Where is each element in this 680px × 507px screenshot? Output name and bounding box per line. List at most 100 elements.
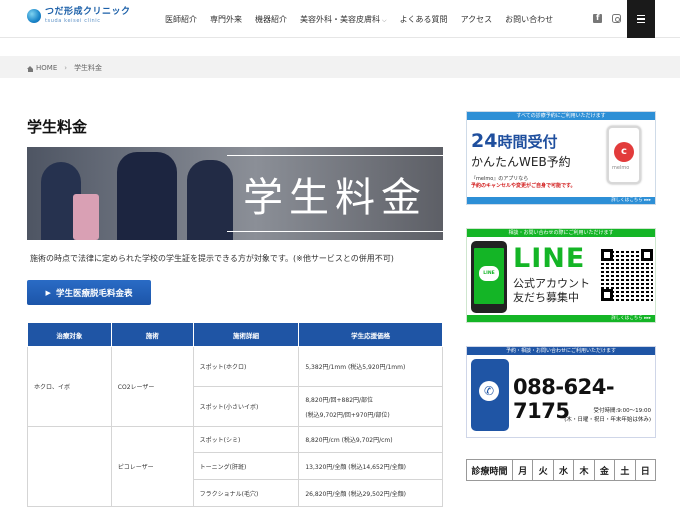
menu-bar <box>637 21 645 24</box>
day-header: 火 <box>532 459 554 481</box>
cell-method: ピコレーザー <box>110 426 194 507</box>
table-row: ホクロ、イボ CO2レーザー スポット(ホクロ) 5,382円/1mm (税込5… <box>27 346 443 427</box>
qr-corner <box>641 249 653 261</box>
nav-specialty[interactable]: 専門外来 <box>210 14 242 25</box>
chevron-down-icon: ⌵ <box>382 17 387 24</box>
column-header: 施術 <box>110 322 194 347</box>
eligibility-note: 施術の時点で法律に定められた学校の学生証を提示できる方が対象です。(※他サービス… <box>30 254 394 263</box>
cell-price: 26,820円/全顔 (税込29,502円/全顔) <box>298 479 443 507</box>
phone-banner[interactable]: 予約・相談・お問い合わせにご利用いただけます ✆ 088-624-7175 受付… <box>466 346 656 438</box>
logo-subtitle: tsuda keisei clinic <box>45 18 101 24</box>
cell-detail: フラクショナル(毛穴) <box>192 479 300 507</box>
hours-line-1: 受付時間:9:00〜19:00 <box>593 408 651 414</box>
hero-image: 学生料金 <box>27 147 443 240</box>
qr-code-icon <box>601 249 653 301</box>
banner-web-note-1: 『melmo』のアプリなら <box>471 176 529 182</box>
web-reservation-banner[interactable]: すべての診療予約にご利用いただけます 24時間受付 かんたんWEB予約 『mel… <box>466 111 656 205</box>
line-screen: LINE <box>474 248 504 304</box>
column-header: 治療対象 <box>27 322 112 347</box>
instagram-icon[interactable] <box>612 14 621 23</box>
clinic-logo[interactable]: つだ形成クリニック tsuda keisei clinic <box>27 8 131 24</box>
day-header: 日 <box>634 459 657 481</box>
nav-doctors[interactable]: 医師紹介 <box>165 14 197 25</box>
student-figure <box>117 152 177 240</box>
day-header: 木 <box>573 459 595 481</box>
day-header: 月 <box>511 459 534 481</box>
day-header: 金 <box>593 459 616 481</box>
day-header: 水 <box>552 459 575 481</box>
reception-hours: 受付時間:9:00〜19:00 (木・日曜・祝日・年末年始は休み) <box>564 407 651 425</box>
cell-method: CO2レーザー <box>110 346 194 427</box>
cell-price: 5,382円/1mm (税込5,920円/1mm) <box>298 346 443 387</box>
social-links <box>593 13 621 23</box>
melmo-app-icon: c <box>614 142 634 162</box>
line-title: LINE <box>513 243 586 274</box>
banner-header: 予約・相談・お問い合わせにご利用いただけます <box>467 347 655 355</box>
banner-more-link[interactable]: 詳しくはこちら ▸▸▸ <box>467 315 655 322</box>
line-subtitle: 公式アカウント 友だち募集中 <box>513 277 590 305</box>
banner-24h-text: 時間受付 <box>497 133 558 151</box>
cell-price: 8,820円/cm (税込9,702円/cm) <box>298 426 443 453</box>
banner-header: 相談・お問い合わせの際にご利用いただけます <box>467 229 655 237</box>
cell-target: ホクロ、イボ <box>27 346 112 427</box>
smartphone-illustration: c melmo <box>607 126 641 184</box>
banner-header: すべての診療予約にご利用いただけます <box>467 112 655 120</box>
phone-illustration: ✆ <box>471 359 509 431</box>
cell-price: 8,820円/回+882円/部位 (税込9,702円/回+970円/部位) <box>298 386 443 427</box>
banner-web-note: 『melmo』のアプリなら 予約のキャンセルや変更がご自身で可能です。 <box>471 176 576 190</box>
cell-detail: スポット(ホクロ) <box>192 346 300 387</box>
qr-corner <box>601 249 613 261</box>
table-row: ピコレーザー スポット(シミ) 8,820円/cm (税込9,702円/cm) <box>27 426 443 507</box>
price-table: 治療対象 施術 施術詳細 学生応援価格 ホクロ、イボ CO2レーザー スポット(… <box>27 322 443 507</box>
breadcrumb-current: 学生料金 <box>74 64 103 72</box>
hero-title-frame: 学生料金 <box>227 155 443 232</box>
nav-faq[interactable]: よくある質問 <box>400 14 448 25</box>
nav-equipment[interactable]: 機器紹介 <box>255 14 287 25</box>
column-header: 学生応援価格 <box>298 322 443 347</box>
cell-detail: トーニング(肝斑) <box>192 452 300 480</box>
qr-corner <box>601 289 613 301</box>
cell-detail: スポット(小さいイボ) <box>192 386 300 427</box>
breadcrumb: HOME › 学生料金 <box>27 63 102 73</box>
cell-price: 13,320円/全顔 (税込14,652円/全顔) <box>298 452 443 480</box>
breadcrumb-home[interactable]: HOME <box>36 64 57 72</box>
banner-24h: 24時間受付 <box>471 130 557 152</box>
nav-cosmetic-label: 美容外科・美容皮膚科 <box>300 15 380 24</box>
cta-label: 学生医療脱毛料金表 <box>55 288 133 299</box>
play-arrow-icon: ▶ <box>45 288 51 297</box>
price-line: 8,820円/回+882円/部位 <box>305 396 374 404</box>
banner-web-note-2: 予約のキャンセルや変更がご自身で可能です。 <box>471 183 576 189</box>
table-header-row: 治療対象 施術 施術詳細 学生応援価格 <box>27 322 443 347</box>
nav-cosmetic[interactable]: 美容外科・美容皮膚科 ⌵ <box>300 14 387 25</box>
hamburger-menu-button[interactable] <box>627 0 655 38</box>
table-header-row: 診療時間 月 火 水 木 金 土 日 <box>466 459 657 481</box>
column-header: 施術詳細 <box>192 322 300 347</box>
melmo-label: melmo <box>612 165 630 171</box>
clinic-hours-table: 診療時間 月 火 水 木 金 土 日 <box>466 459 657 481</box>
logo-mark-icon <box>27 9 41 23</box>
day-header: 土 <box>614 459 636 481</box>
menu-bar <box>637 18 645 20</box>
breadcrumb-separator: › <box>64 64 68 72</box>
site-header: つだ形成クリニック tsuda keisei clinic 医師紹介 専門外来 … <box>0 0 680 38</box>
page-title: 学生料金 <box>27 118 88 136</box>
menu-bar <box>637 14 645 17</box>
banner-more-link[interactable]: 詳しくはこちら ▸▸▸ <box>467 197 655 204</box>
line-phone-illustration: LINE <box>471 241 507 313</box>
student-hair-removal-price-button[interactable]: ▶ 学生医療脱毛料金表 <box>27 280 151 305</box>
nav-access[interactable]: アクセス <box>461 14 493 25</box>
hours-header: 診療時間 <box>466 459 513 481</box>
cell-detail: スポット(シミ) <box>192 426 300 453</box>
line-banner[interactable]: 相談・お問い合わせの際にご利用いただけます LINE LINE 公式アカウント … <box>466 228 656 323</box>
logo-name: つだ形成クリニック <box>45 7 131 17</box>
nav-contact[interactable]: お問い合わせ <box>505 14 553 25</box>
facebook-icon[interactable] <box>593 13 602 23</box>
cell-target <box>27 426 112 507</box>
hours-line-2: (木・日曜・祝日・年末年始は休み) <box>564 417 651 423</box>
main-nav: 医師紹介 専門外来 機器紹介 美容外科・美容皮膚科 ⌵ よくある質問 アクセス お… <box>165 14 566 25</box>
banner-24h-num: 24 <box>471 130 498 152</box>
breadcrumb-bar: HOME › 学生料金 <box>0 56 680 78</box>
price-line-tax: (税込9,702円/回+970円/部位) <box>305 411 390 419</box>
hero-title: 学生料金 <box>243 174 427 221</box>
line-icon: LINE <box>479 266 499 281</box>
